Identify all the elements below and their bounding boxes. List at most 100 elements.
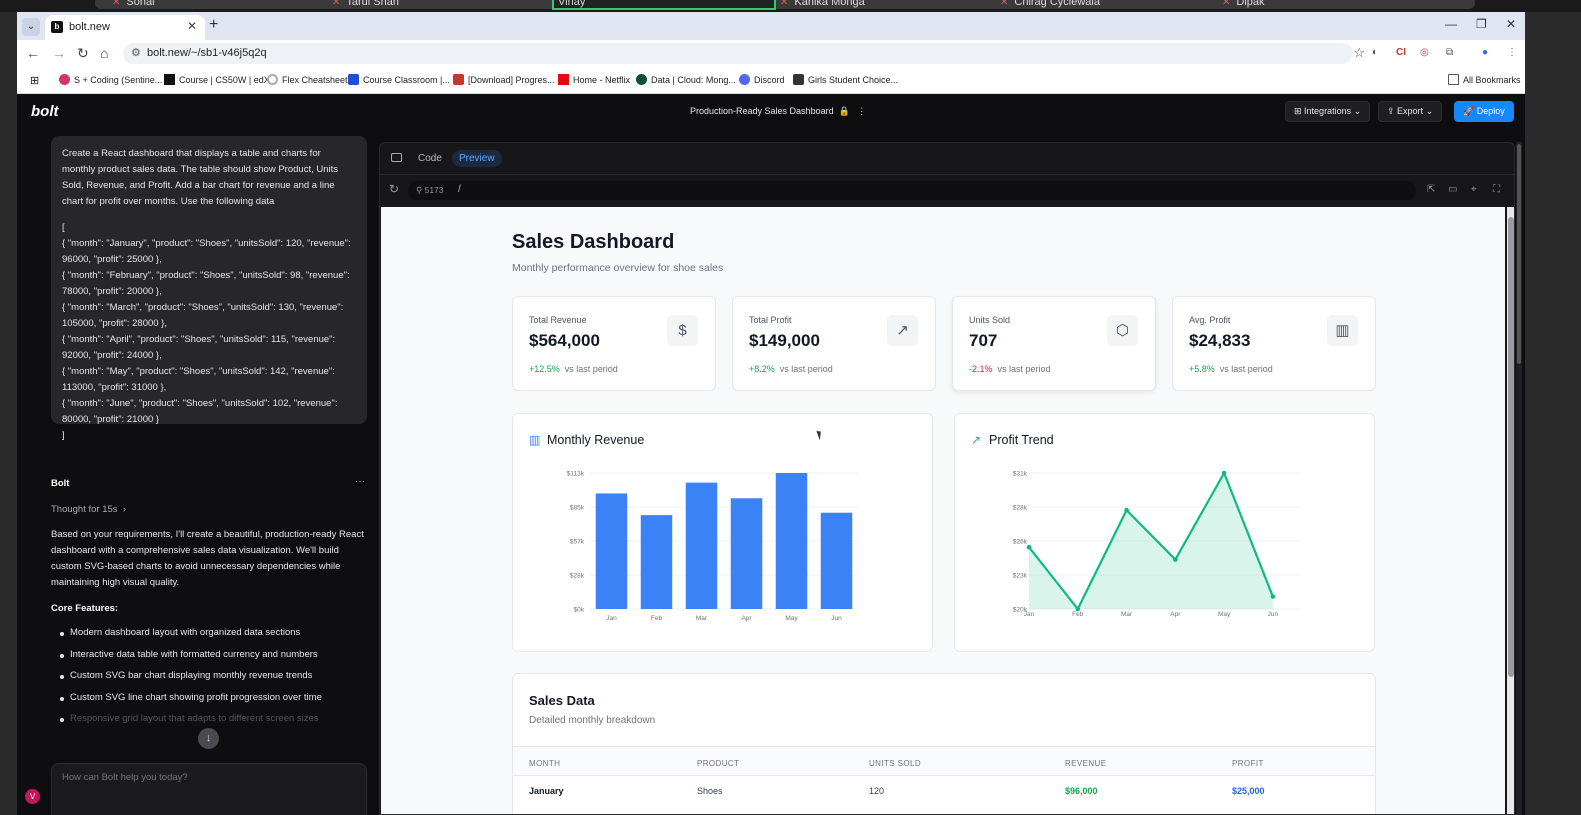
browser-menu-icon[interactable]: ⋮ bbox=[1507, 47, 1517, 58]
table-title: Sales Data bbox=[529, 693, 595, 708]
bookmark-item[interactable]: Data | Cloud: Mong... bbox=[636, 74, 736, 85]
y-tick-label: $28k bbox=[570, 573, 585, 580]
open-external-icon[interactable]: ⇱ bbox=[1427, 184, 1435, 195]
bot-name: Bolt bbox=[51, 478, 70, 489]
extension-icon[interactable]: CI bbox=[1396, 47, 1406, 58]
user-prompt-message: Create a React dashboard that displays a… bbox=[51, 136, 367, 441]
bolt-logo[interactable]: bolt bbox=[31, 103, 59, 120]
new-tab-icon[interactable]: + bbox=[209, 16, 218, 34]
reload-preview-icon[interactable]: ↻ bbox=[389, 182, 399, 196]
stat-value: 707 bbox=[969, 331, 998, 350]
extension-icon[interactable]: ◎ bbox=[1420, 47, 1429, 58]
project-title[interactable]: Production-Ready Sales Dashboard 🔒 ⋮ bbox=[690, 106, 866, 117]
stat-label: Total Revenue bbox=[529, 315, 587, 325]
cell-profit: $25,000 bbox=[1232, 786, 1265, 796]
bookmark-item[interactable]: Discord bbox=[739, 74, 785, 85]
column-header[interactable]: PRODUCT bbox=[697, 759, 739, 768]
apps-grid-icon[interactable]: ⊞ bbox=[30, 74, 39, 87]
port-indicator[interactable]: ⚲ 5173 bbox=[416, 185, 444, 196]
preview-scrollbar[interactable] bbox=[1507, 207, 1514, 814]
x-tick-label: Mar bbox=[1121, 611, 1133, 618]
profit-point bbox=[1124, 507, 1129, 513]
column-header[interactable]: MONTH bbox=[529, 759, 560, 768]
prompt-text: Create a React dashboard that displays a… bbox=[62, 148, 339, 207]
maximize-icon[interactable]: ❐ bbox=[1476, 17, 1487, 31]
forward-icon[interactable]: → bbox=[52, 45, 66, 61]
y-tick-label: $57k bbox=[570, 539, 585, 546]
tab-code[interactable]: Code bbox=[418, 153, 442, 164]
x-tick-label: Jun bbox=[831, 615, 842, 622]
y-tick-label: $0k bbox=[574, 607, 585, 614]
bookmark-item[interactable]: [Download] Progres... bbox=[453, 74, 555, 85]
close-tab-icon[interactable]: ✕ bbox=[187, 19, 197, 33]
bookmark-star-icon[interactable]: ☆ bbox=[1353, 45, 1365, 61]
bookmark-item[interactable]: Home - Netflix bbox=[558, 74, 630, 85]
feature-item: Custom SVG line chart showing profit pro… bbox=[60, 692, 322, 703]
fullscreen-icon[interactable]: ⛶ bbox=[1493, 184, 1500, 195]
dollar-icon: $ bbox=[667, 315, 698, 346]
bolt-favicon-icon: b bbox=[51, 21, 63, 33]
export-button[interactable]: ⇪ Export ⌄ bbox=[1378, 101, 1443, 122]
tab-preview[interactable]: Preview bbox=[452, 150, 502, 167]
thought-toggle[interactable]: Thought for 15s › bbox=[51, 504, 126, 515]
user-avatar[interactable]: V bbox=[25, 789, 40, 804]
feature-item: Modern dashboard layout with organized d… bbox=[59, 627, 301, 638]
extensions-puzzle-icon[interactable]: ⧉ bbox=[1446, 47, 1453, 58]
x-tick-label: Apr bbox=[1170, 611, 1181, 618]
bookmark-item[interactable]: Girls Student Choice... bbox=[793, 74, 898, 85]
feature-item: Interactive data table with formatted cu… bbox=[60, 649, 318, 660]
y-tick-label: $113k bbox=[567, 471, 585, 478]
home-icon[interactable]: ⌂ bbox=[100, 45, 108, 61]
stat-value: $149,000 bbox=[749, 331, 820, 350]
profit-chart-panel: ↗ Profit Trend $20k $23k $26k $28k $31k Jan Fe… bbox=[954, 413, 1375, 652]
chat-input-box bbox=[51, 763, 367, 815]
column-header[interactable]: UNITS SOLD bbox=[869, 759, 921, 768]
back-icon[interactable]: ← bbox=[26, 45, 40, 61]
bookmark-item[interactable]: Course | CS50W | edX bbox=[164, 74, 270, 85]
inspect-icon[interactable]: ⌖ bbox=[1471, 184, 1477, 195]
revenue-bar bbox=[640, 515, 673, 609]
y-tick-label: $28k bbox=[1013, 505, 1028, 512]
preview-url-field[interactable]: ⚲ 5173 / bbox=[408, 181, 1416, 200]
page-title: Sales Dashboard bbox=[512, 231, 675, 253]
bookmark-item[interactable]: Flex Cheatsheet bbox=[267, 74, 348, 85]
cell-revenue: $96,000 bbox=[1065, 786, 1098, 796]
preview-frame: Sales Dashboard Monthly performance over… bbox=[381, 207, 1505, 814]
profit-point bbox=[1221, 470, 1227, 476]
chat-input[interactable] bbox=[62, 772, 352, 783]
bolt-app: bolt Production-Ready Sales Dashboard 🔒 … bbox=[17, 94, 1525, 815]
browser-tab[interactable]: b bolt.new ✕ bbox=[45, 15, 205, 40]
revenue-bar bbox=[595, 493, 628, 609]
column-header[interactable]: PROFIT bbox=[1232, 759, 1264, 768]
message-options-icon[interactable]: ··· bbox=[355, 476, 365, 487]
y-tick-label: $31k bbox=[1013, 471, 1028, 478]
x-tick-label: Apr bbox=[741, 615, 752, 622]
reload-icon[interactable]: ↻ bbox=[77, 45, 89, 62]
profile-icon[interactable]: ● bbox=[1482, 47, 1488, 58]
url-text[interactable]: bolt.new/~/sb1-v46j5q2q bbox=[147, 47, 267, 59]
package-icon: ⬡ bbox=[1107, 315, 1138, 346]
y-tick-label: $26k bbox=[1013, 539, 1028, 546]
deploy-button[interactable]: 🚀 Deploy bbox=[1454, 101, 1514, 122]
minimize-icon[interactable]: — bbox=[1445, 17, 1457, 31]
column-header[interactable]: REVENUE bbox=[1065, 759, 1106, 768]
device-preview-icon[interactable]: ▭ bbox=[1448, 184, 1457, 195]
tab-search-icon[interactable]: ⌄ bbox=[22, 18, 40, 36]
stat-card-total-revenue: Total Revenue $564,000 $ +12.5% vs last p… bbox=[512, 296, 716, 391]
stat-label: Avg. Profit bbox=[1189, 315, 1231, 325]
extension-icon[interactable]: ◐ bbox=[1372, 47, 1378, 58]
omnibox[interactable]: ⚙ bolt.new/~/sb1-v46j5q2q ☆ bbox=[123, 43, 1365, 64]
site-info-icon[interactable]: ⚙ bbox=[131, 46, 141, 59]
all-bookmarks[interactable]: All Bookmarks bbox=[1448, 74, 1521, 85]
close-window-icon[interactable]: ✕ bbox=[1506, 17, 1516, 31]
stat-change: +5.8% vs last period bbox=[1189, 364, 1273, 374]
scroll-down-icon[interactable]: ↓ bbox=[198, 728, 219, 749]
bookmark-item[interactable]: S + Coding (Sentine... bbox=[59, 74, 162, 85]
app-scrollbar[interactable] bbox=[1516, 142, 1522, 815]
participant-name: Vinay bbox=[558, 0, 586, 8]
sidebar-toggle-icon[interactable] bbox=[391, 153, 402, 162]
integrations-button[interactable]: ⊞ Integrations ⌄ bbox=[1285, 101, 1371, 122]
feature-item: Responsive grid layout that adapts to di… bbox=[60, 713, 319, 724]
bookmark-item[interactable]: Course Classroom |... bbox=[348, 74, 450, 85]
revenue-bar bbox=[820, 512, 853, 609]
